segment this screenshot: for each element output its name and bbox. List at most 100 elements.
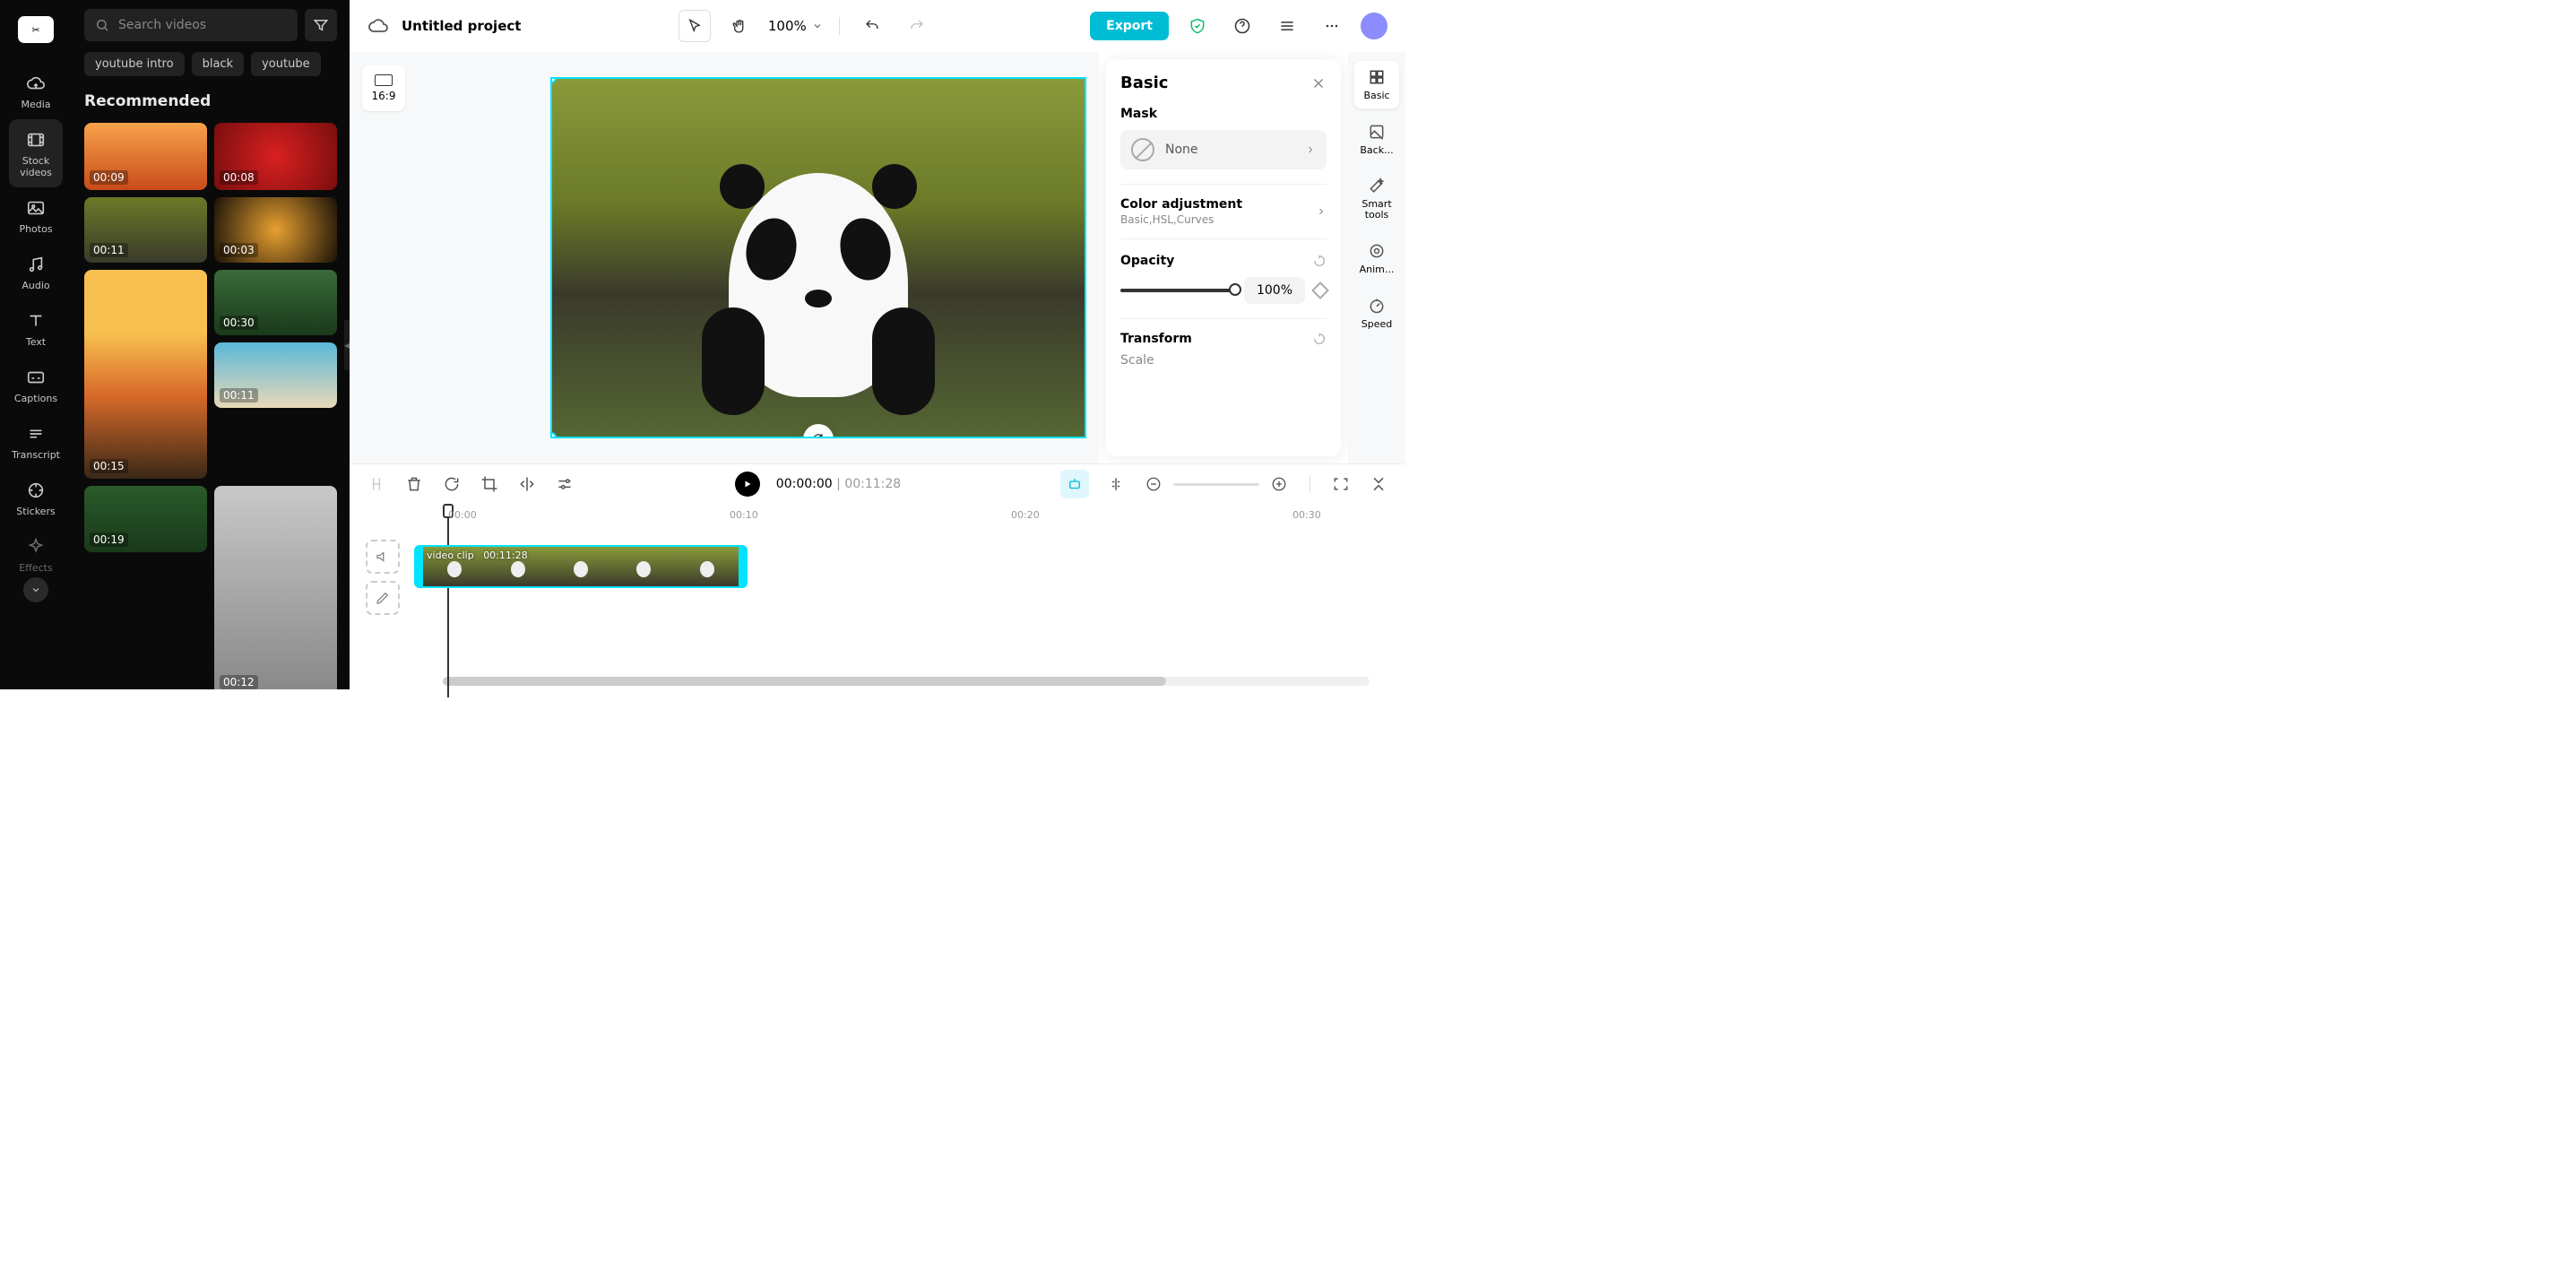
mask-selector[interactable]: None [1120,130,1327,169]
tool-speed[interactable]: Speed [1354,290,1399,337]
shield-check-icon [1189,17,1206,35]
clip-handle-right[interactable] [739,547,746,586]
opacity-slider[interactable] [1120,289,1235,292]
hand-icon [731,18,748,34]
video-preview[interactable] [550,77,1086,438]
align-icon [1107,475,1125,493]
export-button[interactable]: Export [1090,12,1169,40]
sliders-icon [556,475,574,493]
sticker-icon [26,480,46,500]
video-thumb[interactable]: 00:12 [214,486,337,689]
undo-button[interactable] [856,10,888,42]
reset-icon[interactable] [1312,332,1327,346]
nav-text[interactable]: Text [9,300,63,357]
color-sub: Basic,HSL,Curves [1120,213,1242,226]
keyframe-toggle[interactable] [1311,281,1329,299]
reset-icon[interactable] [1312,254,1327,268]
nav-label: Media [21,99,50,110]
video-thumb[interactable]: 00:11 [214,342,337,408]
timeline-scrollbar[interactable] [443,677,1370,686]
minus-circle-icon [1145,476,1162,492]
video-grid: 00:09 00:08 00:11 00:03 00:15 00:30 00:1… [84,123,337,689]
editor-row: 16:9 Basic Mask [350,52,1405,463]
search-icon [95,18,109,32]
canvas-area: 16:9 [350,52,1099,463]
nav-transcript[interactable]: Transcript [9,413,63,470]
zoom-out-button[interactable] [1143,473,1164,495]
video-track[interactable]: video clip 00:11:28 [409,540,1389,668]
user-avatar[interactable] [1361,13,1387,39]
mirror-button[interactable] [516,473,538,495]
opacity-label: Opacity [1120,254,1174,268]
search-input[interactable]: Search videos [84,9,298,41]
cloud-sync-icon[interactable] [367,15,389,37]
tool-animation[interactable]: Anim... [1354,235,1399,282]
zoom-in-button[interactable] [1268,473,1290,495]
filter-button[interactable] [305,9,337,41]
video-thumb[interactable]: 00:08 [214,123,337,190]
clip-handle-left[interactable] [416,547,423,586]
video-thumb[interactable]: 00:15 [84,270,207,479]
tool-basic[interactable]: Basic [1354,61,1399,108]
cursor-tool[interactable] [679,10,711,42]
hand-tool[interactable] [723,10,756,42]
edit-track-button[interactable] [366,581,400,615]
nav-captions[interactable]: Captions [9,357,63,413]
nav-media[interactable]: Media [9,63,63,119]
nav-label: Stickers [16,506,55,517]
expand-button[interactable] [1368,473,1389,495]
close-icon[interactable] [1310,75,1327,91]
resize-handle[interactable] [550,77,557,83]
aspect-icon [375,74,393,86]
split-button[interactable] [366,473,387,495]
color-adjustment-row[interactable]: Color adjustment Basic,HSL,Curves [1120,184,1327,239]
app-logo[interactable]: ✂ [18,16,54,43]
chip[interactable]: youtube intro [84,52,185,76]
video-thumb[interactable]: 00:30 [214,270,337,335]
fit-button[interactable] [1330,473,1352,495]
ruler-tick: 00:20 [1011,509,1040,521]
chip[interactable]: black [192,52,245,76]
ai-button[interactable] [1060,470,1089,498]
play-button[interactable] [735,472,760,497]
expand-icon [1370,475,1387,493]
video-thumb[interactable]: 00:19 [84,486,207,552]
timeline-clip[interactable]: video clip 00:11:28 [414,545,748,588]
nav-audio[interactable]: Audio [9,244,63,300]
timeline-ruler[interactable]: 00:00 00:10 00:20 00:30 [443,504,1405,531]
nav-stickers[interactable]: Stickers [9,470,63,526]
chip[interactable]: youtube [251,52,320,76]
video-thumb[interactable]: 00:09 [84,123,207,190]
video-thumb[interactable]: 00:11 [84,197,207,263]
tool-background[interactable]: Back... [1354,116,1399,163]
nav-photos[interactable]: Photos [9,187,63,244]
opacity-value[interactable]: 100% [1244,277,1305,304]
mute-track-button[interactable] [366,540,400,574]
aspect-label: 16:9 [372,90,396,102]
zoom-slider[interactable] [1173,483,1259,486]
sparkle-icon [26,537,46,557]
delete-button[interactable] [403,473,425,495]
rotate-button[interactable] [441,473,462,495]
redo-button[interactable] [901,10,933,42]
more-button[interactable] [1316,10,1348,42]
crop-button[interactable] [479,473,500,495]
preview-action-button[interactable] [803,424,834,438]
project-title[interactable]: Untitled project [402,18,521,34]
nav-label: Captions [14,393,57,404]
layers-button[interactable] [1271,10,1303,42]
tool-smart[interactable]: Smart tools [1354,170,1399,228]
video-thumb[interactable]: 00:03 [214,197,337,263]
ruler-tick: 00:00 [448,509,477,521]
nav-stock-videos[interactable]: Stock videos [9,119,63,187]
zoom-dropdown[interactable]: 100% [768,18,823,34]
aspect-ratio-button[interactable]: 16:9 [362,65,405,111]
adjust-button[interactable] [554,473,575,495]
refresh-icon [811,432,826,438]
tool-label: Speed [1361,318,1392,330]
nav-effects[interactable]: Effects [9,526,63,583]
shield-button[interactable] [1181,10,1214,42]
resize-handle[interactable] [550,432,557,438]
help-button[interactable] [1226,10,1258,42]
magnet-button[interactable] [1105,473,1127,495]
